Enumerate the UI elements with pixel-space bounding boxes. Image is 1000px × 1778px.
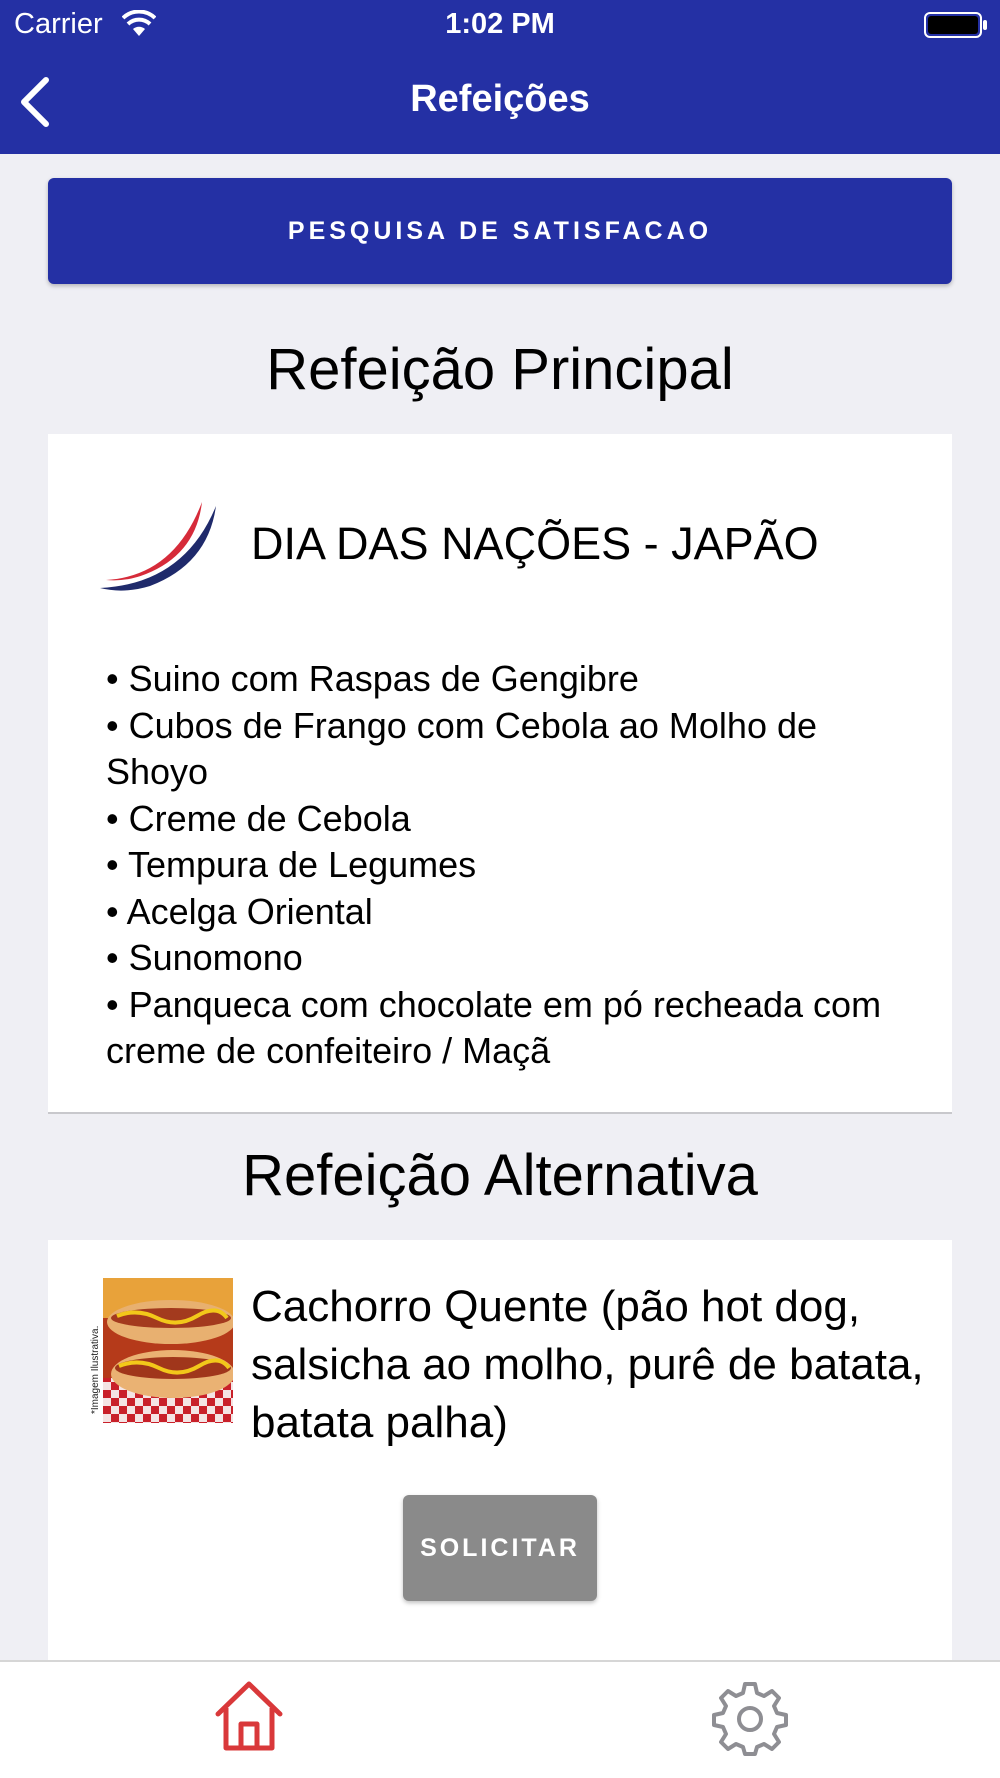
list-item: • Acelga Oriental: [106, 890, 373, 932]
list-item: • Tempura de Legumes: [106, 844, 477, 885]
battery-icon: [924, 12, 987, 38]
gear-icon[interactable]: [712, 1680, 788, 1756]
status-time: 1:02 PM: [445, 8, 555, 40]
list-item: • Panqueca com chocolate em pó recheada …: [106, 983, 882, 1072]
satisfaction-survey-button[interactable]: PESQUISA DE SATISFACAO: [48, 178, 952, 284]
tab-bar: [0, 1660, 1000, 1778]
main-meal-items: • Suino com Raspas de Gengibre • Cubos d…: [106, 656, 906, 1075]
main-meal-card: DIA DAS NAÇÕES - JAPÃO • Suino com Raspa…: [48, 434, 952, 1114]
list-item: • Suino com Raspas de Gengibre: [106, 658, 639, 699]
main-meal-title: Refeição Principal: [266, 337, 734, 402]
alternative-meal-title: Refeição Alternativa: [242, 1143, 758, 1208]
list-item: • Sunomono: [106, 937, 303, 978]
page-title: Refeições: [410, 78, 590, 120]
alternative-meal-name: Cachorro Quente (pão hot dog, salsicha a…: [251, 1282, 924, 1447]
home-icon[interactable]: [214, 1680, 284, 1752]
alternative-meal-card: *Imagem Ilustrativa. Cachorro Quente (pã…: [48, 1240, 952, 1660]
main-meal-name: DIA DAS NAÇÕES - JAPÃO: [251, 518, 819, 569]
image-caption: *Imagem Ilustrativa.: [90, 1326, 101, 1414]
list-item: • Creme de Cebola: [106, 797, 411, 839]
top-bar: Carrier 1:02 PM Refeições: [0, 0, 1000, 154]
swoosh-logo-icon: [100, 502, 216, 591]
list-item: • Cubos de Frango com Cebola ao Molho de…: [106, 704, 818, 793]
hot-dog-image: *Imagem Ilustrativa.: [87, 1278, 233, 1423]
request-button[interactable]: SOLICITAR: [403, 1495, 597, 1601]
